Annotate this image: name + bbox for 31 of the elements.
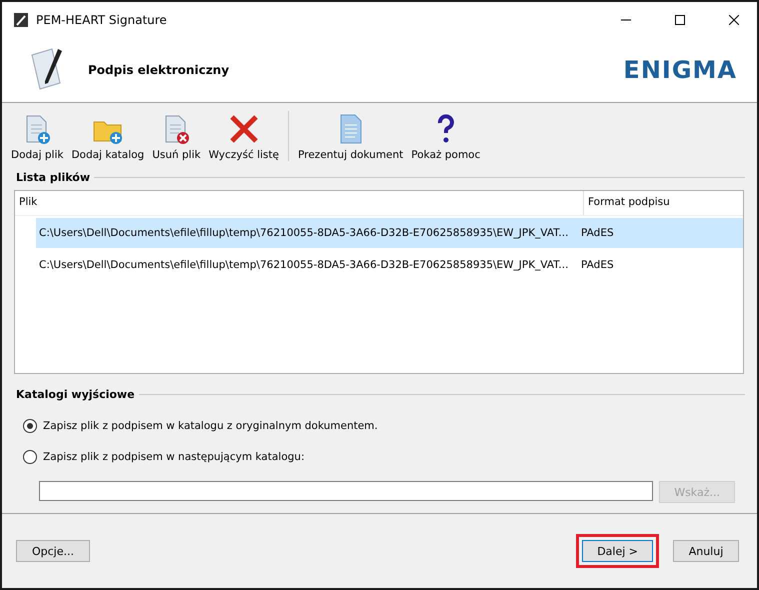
toolbar-button[interactable]: Pokaż pomoc bbox=[408, 113, 484, 161]
company-logo: ENIGMA bbox=[623, 56, 737, 84]
section-title: Katalogi wyjściowe bbox=[16, 388, 135, 401]
column-header[interactable]: Plik bbox=[15, 191, 584, 215]
toolbar-button[interactable]: Wyczyść listę bbox=[206, 113, 282, 161]
toolbar-button[interactable]: Dodaj plik bbox=[8, 113, 66, 161]
file-path: C:\Users\Dell\Documents\efile\fillup\temp\76210055-8DA5-3A66-D32B-E70625858935\EW_JPK_VAT... bbox=[38, 259, 570, 271]
toolbar-button[interactable]: Usuń plik bbox=[149, 113, 204, 161]
radio-label[interactable]: Zapisz plik z podpisem w katalogu z oryginalnym dokumentem. bbox=[43, 420, 378, 432]
file-row[interactable]: C:\Users\Dell\Documents\efile\fillup\temp\76210055-8DA5-3A66-D32B-E70625858935\EW_JPK_VAT... PAdES bbox=[36, 250, 743, 280]
options-button[interactable]: Opcje... bbox=[16, 540, 90, 562]
maximize-icon[interactable] bbox=[675, 15, 685, 25]
radio-button[interactable] bbox=[23, 450, 37, 464]
radio-label[interactable]: Zapisz plik z podpisem w następującym katalogu: bbox=[43, 450, 304, 462]
section-title: Lista plików bbox=[16, 171, 90, 184]
signature-format: PAdES bbox=[580, 227, 615, 239]
signature-format: PAdES bbox=[580, 259, 615, 271]
pen-icon bbox=[14, 13, 28, 27]
folder-path-field[interactable] bbox=[39, 481, 654, 501]
dialog-button[interactable]: Anuluj bbox=[673, 540, 739, 562]
header-title: Podpis elektroniczny bbox=[88, 63, 230, 77]
file-row[interactable]: C:\Users\Dell\Documents\efile\fillup\temp\76210055-8DA5-3A66-D32B-E70625858935\EW_JPK_VAT... PAdES bbox=[36, 218, 743, 248]
toolbar-button[interactable]: Dodaj katalog bbox=[68, 113, 148, 161]
radio-button[interactable] bbox=[23, 418, 37, 432]
file-path: C:\Users\Dell\Documents\efile\fillup\temp\76210055-8DA5-3A66-D32B-E70625858935\EW_JPK_VAT... bbox=[38, 227, 570, 239]
window-title: PEM-HEART Signature bbox=[36, 13, 168, 27]
close-icon[interactable] bbox=[729, 15, 739, 25]
close-icon bbox=[228, 113, 260, 145]
dialog-button[interactable]: Dalej > bbox=[582, 540, 653, 562]
toolbar-button[interactable]: Prezentuj dokument bbox=[294, 113, 406, 161]
column-header[interactable]: Format podpisu bbox=[584, 191, 743, 215]
